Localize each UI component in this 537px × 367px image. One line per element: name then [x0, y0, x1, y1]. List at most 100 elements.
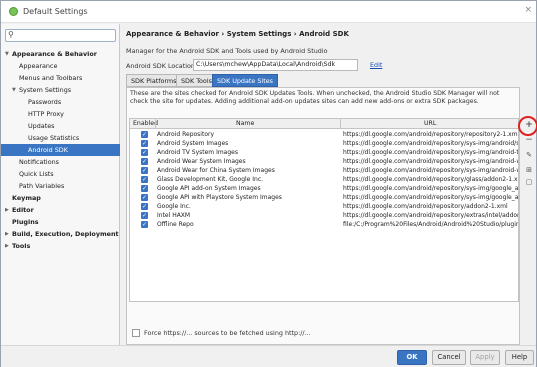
- sidebar-item-label: Usage Statistics: [28, 134, 80, 142]
- expand-arrow-icon[interactable]: ▶: [5, 204, 9, 216]
- sidebar-item-plugins[interactable]: Plugins: [1, 216, 120, 228]
- sidebar-item-appearance[interactable]: Appearance: [1, 60, 120, 72]
- sidebar-item-menus-toolbars[interactable]: Menus and Toolbars: [1, 72, 120, 84]
- title-bar: Default Settings ×: [1, 1, 536, 23]
- force-https-checkbox[interactable]: [132, 329, 140, 337]
- sidebar-item-editor[interactable]: ▶ Editor: [1, 204, 120, 216]
- sidebar-item-path-variables[interactable]: Path Variables: [1, 180, 120, 192]
- expand-arrow-icon[interactable]: ▼: [5, 48, 9, 60]
- column-header-name[interactable]: Name: [236, 120, 254, 127]
- tab-sdk-tools[interactable]: SDK Tools: [176, 74, 217, 87]
- settings-sidebar: ⚲ ▼ Appearance & Behavior Appearance Men…: [1, 24, 120, 345]
- sidebar-item-system-settings[interactable]: ▼ System Settings: [1, 84, 120, 96]
- site-url: https://dl.google.com/android/repository…: [343, 140, 518, 147]
- site-name: Android TV System Images: [157, 149, 238, 156]
- dialog-footer: OK Cancel Apply Help: [1, 345, 536, 367]
- enabled-checkbox[interactable]: ✓: [141, 194, 148, 201]
- settings-window: ( Default Settings × ⚲ ▼ Appearance & Be…: [0, 0, 537, 367]
- enabled-checkbox[interactable]: ✓: [141, 221, 148, 228]
- column-divider: [340, 119, 341, 129]
- enabled-checkbox[interactable]: ✓: [141, 149, 148, 156]
- sidebar-item-build-execution-deployment[interactable]: ▶ Build, Execution, Deployment: [1, 228, 120, 240]
- site-url: https://dl.google.com/android/repository…: [343, 149, 518, 156]
- tab-sdk-platforms[interactable]: SDK Platforms: [126, 74, 182, 87]
- site-url: https://dl.google.com/android/repository…: [343, 212, 518, 219]
- enabled-checkbox[interactable]: ✓: [141, 185, 148, 192]
- enabled-checkbox[interactable]: ✓: [141, 140, 148, 147]
- sidebar-item-label: Appearance: [19, 62, 58, 70]
- update-sites-panel: These are the sites checked for Android …: [126, 87, 520, 345]
- table-row[interactable]: ✓ Glass Development Kit, Google Inc. htt…: [130, 175, 518, 184]
- site-name: Android Wear for China System Images: [157, 167, 275, 174]
- sidebar-item-http-proxy[interactable]: HTTP Proxy: [1, 108, 120, 120]
- sidebar-item-tools[interactable]: ▶ Tools: [1, 240, 120, 252]
- site-url: file:/C:/Program%20Files/Android/Android…: [343, 221, 518, 228]
- sidebar-item-label: System Settings: [19, 86, 72, 94]
- sidebar-item-label: Build, Execution, Deployment: [12, 230, 119, 238]
- sidebar-item-passwords[interactable]: Passwords: [1, 96, 120, 108]
- sidebar-item-keymap[interactable]: Keymap: [1, 192, 120, 204]
- sidebar-item-usage-statistics[interactable]: Usage Statistics: [1, 132, 120, 144]
- edit-location-link[interactable]: Edit: [370, 61, 382, 69]
- enabled-checkbox[interactable]: ✓: [141, 176, 148, 183]
- sidebar-item-label: Passwords: [28, 98, 62, 106]
- table-row[interactable]: ✓ Google API add-on System Images https:…: [130, 184, 518, 193]
- settings-search-input[interactable]: ⚲: [5, 29, 116, 42]
- table-row[interactable]: ✓ Android Repository https://dl.google.c…: [130, 130, 518, 139]
- panel-description: These are the sites checked for Android …: [130, 90, 500, 105]
- site-name: Google API with Playstore System Images: [157, 194, 282, 201]
- enabled-checkbox[interactable]: ✓: [141, 158, 148, 165]
- settings-content: Appearance & Behavior › System Settings …: [121, 24, 537, 345]
- ok-button[interactable]: OK: [397, 350, 427, 365]
- enabled-checkbox[interactable]: ✓: [141, 203, 148, 210]
- enabled-checkbox[interactable]: ✓: [141, 212, 148, 219]
- remove-icon[interactable]: −: [523, 134, 535, 146]
- help-button[interactable]: Help: [505, 350, 534, 365]
- sidebar-item-android-sdk[interactable]: Android SDK: [1, 144, 120, 156]
- table-row[interactable]: ✓ Google Inc. https://dl.google.com/andr…: [130, 202, 518, 211]
- cancel-button[interactable]: Cancel: [432, 350, 466, 365]
- sidebar-item-label: Android SDK: [28, 146, 68, 154]
- table-row[interactable]: ✓ Android System Images https://dl.googl…: [130, 139, 518, 148]
- table-row[interactable]: ✓ Google API with Playstore System Image…: [130, 193, 518, 202]
- apply-button[interactable]: Apply: [470, 350, 500, 365]
- window-title: Default Settings: [23, 7, 88, 16]
- breadcrumb: Appearance & Behavior › System Settings …: [126, 30, 349, 38]
- sidebar-item-label: Editor: [12, 206, 34, 214]
- site-url: https://dl.google.com/android/repository…: [343, 194, 518, 201]
- sidebar-item-label: Quick Lists: [19, 170, 54, 178]
- sidebar-item-label: Updates: [28, 122, 55, 130]
- add-icon[interactable]: +: [523, 119, 535, 131]
- site-url: https://dl.google.com/android/repository…: [343, 203, 508, 210]
- site-url: https://dl.google.com/android/repository…: [343, 167, 518, 174]
- edit-icon[interactable]: ✎: [523, 149, 535, 161]
- close-icon[interactable]: ×: [524, 5, 532, 15]
- site-name: Glass Development Kit, Google Inc.: [157, 176, 264, 183]
- expand-arrow-icon[interactable]: ▶: [5, 228, 9, 240]
- column-header-url[interactable]: URL: [424, 120, 436, 127]
- table-row[interactable]: ✓ Android TV System Images https://dl.go…: [130, 148, 518, 157]
- sidebar-item-label: Plugins: [12, 218, 39, 226]
- sidebar-item-label: Path Variables: [19, 182, 65, 190]
- site-name: Android Repository: [157, 131, 215, 138]
- table-row[interactable]: ✓ Intel HAXM https://dl.google.com/andro…: [130, 211, 518, 220]
- expand-arrow-icon[interactable]: ▶: [5, 240, 9, 252]
- site-name: Android System Images: [157, 140, 229, 147]
- table-row[interactable]: ✓ Android Wear for China System Images h…: [130, 166, 518, 175]
- enabled-checkbox[interactable]: ✓: [141, 167, 148, 174]
- enabled-checkbox[interactable]: ✓: [141, 131, 148, 138]
- table-row[interactable]: ✓ Offline Repo file:/C:/Program%20Files/…: [130, 220, 518, 229]
- sidebar-item-updates[interactable]: Updates: [1, 120, 120, 132]
- sdk-location-field[interactable]: C:\Users\mchew\AppData\Local\Android\Sdk: [193, 59, 358, 71]
- export-icon[interactable]: ▢: [523, 176, 535, 188]
- sdk-location-label: Android SDK Location:: [126, 62, 198, 70]
- table-row[interactable]: ✓ Android Wear System Images https://dl.…: [130, 157, 518, 166]
- expand-arrow-icon[interactable]: ▼: [12, 84, 16, 96]
- import-icon[interactable]: ⊞: [523, 164, 535, 176]
- sidebar-item-notifications[interactable]: Notifications: [1, 156, 120, 168]
- sidebar-item-quick-lists[interactable]: Quick Lists: [1, 168, 120, 180]
- force-https-label: Force https://... sources to be fetched …: [144, 329, 311, 337]
- sidebar-item-label: Menus and Toolbars: [19, 74, 83, 82]
- tab-sdk-update-sites[interactable]: SDK Update Sites: [212, 74, 278, 87]
- sidebar-item-appearance-behavior[interactable]: ▼ Appearance & Behavior: [1, 48, 120, 60]
